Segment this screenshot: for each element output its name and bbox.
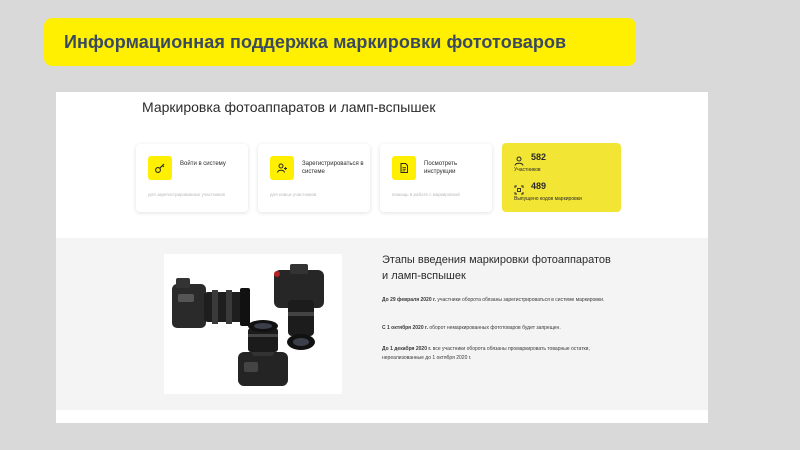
stages-title: Этапы введения маркировки фотоаппаратов …: [382, 254, 611, 282]
instructions-sub: помощь в работе с маркировкой: [392, 192, 460, 197]
stage-text: участники оборота обязаны зарегистрирова…: [435, 297, 605, 303]
register-sub: для новых участников: [270, 192, 317, 197]
codes-caption: Выпущено кодов маркировки: [514, 196, 582, 202]
stages-section: Этапы введения маркировки фотоаппаратов …: [56, 238, 708, 410]
login-label: Войти в систему: [180, 161, 226, 167]
camera-side-view: [172, 278, 250, 328]
codes-count: 489: [531, 181, 547, 191]
cameras-photo: [164, 254, 342, 394]
participants-icon: [514, 153, 524, 166]
stats-panel: 582 Участников 489 Выпущено кодов маркир…: [502, 143, 621, 212]
register-card[interactable]: Зарегистрироваться в системе для новых у…: [258, 144, 370, 212]
login-sub: для зарегистрированных участников: [148, 192, 225, 197]
document-icon: [392, 156, 416, 180]
website-screenshot: Маркировка фотоаппаратов и ламп-вспышек …: [56, 92, 708, 423]
stage-text: оборот немаркированных фототоваров будет…: [427, 325, 561, 331]
stage-item: До 1 декабря 2020 г. все участники оборо…: [382, 345, 632, 363]
instructions-label: Посмотреть инструкции: [424, 161, 458, 175]
title-banner: Информационная поддержка маркировки фото…: [44, 18, 636, 66]
instructions-card[interactable]: Посмотреть инструкции помощь в работе с …: [380, 144, 492, 212]
stage-date: До 1 декабря 2020 г.: [382, 346, 432, 352]
camera-front-view: [274, 264, 324, 350]
qr-code-icon: [514, 182, 524, 195]
camera-rear-view: [238, 320, 288, 386]
register-label: Зарегистрироваться в системе: [302, 161, 364, 175]
banner-title: Информационная поддержка маркировки фото…: [64, 31, 567, 52]
user-add-icon: [270, 156, 294, 180]
participants-count: 582: [531, 152, 547, 162]
key-icon: [148, 156, 172, 180]
stage-date: До 29 февраля 2020 г.: [382, 297, 436, 303]
stage-item: До 29 февраля 2020 г. участники оборота …: [382, 296, 632, 305]
page-title: Маркировка фотоаппаратов и ламп-вспышек: [142, 99, 436, 115]
login-card[interactable]: Войти в систему для зарегистрированных у…: [136, 144, 248, 212]
stage-item: С 1 октября 2020 г. оборот немаркированн…: [382, 324, 632, 333]
stage-date: С 1 октября 2020 г.: [382, 325, 428, 331]
participants-caption: Участников: [514, 167, 541, 173]
